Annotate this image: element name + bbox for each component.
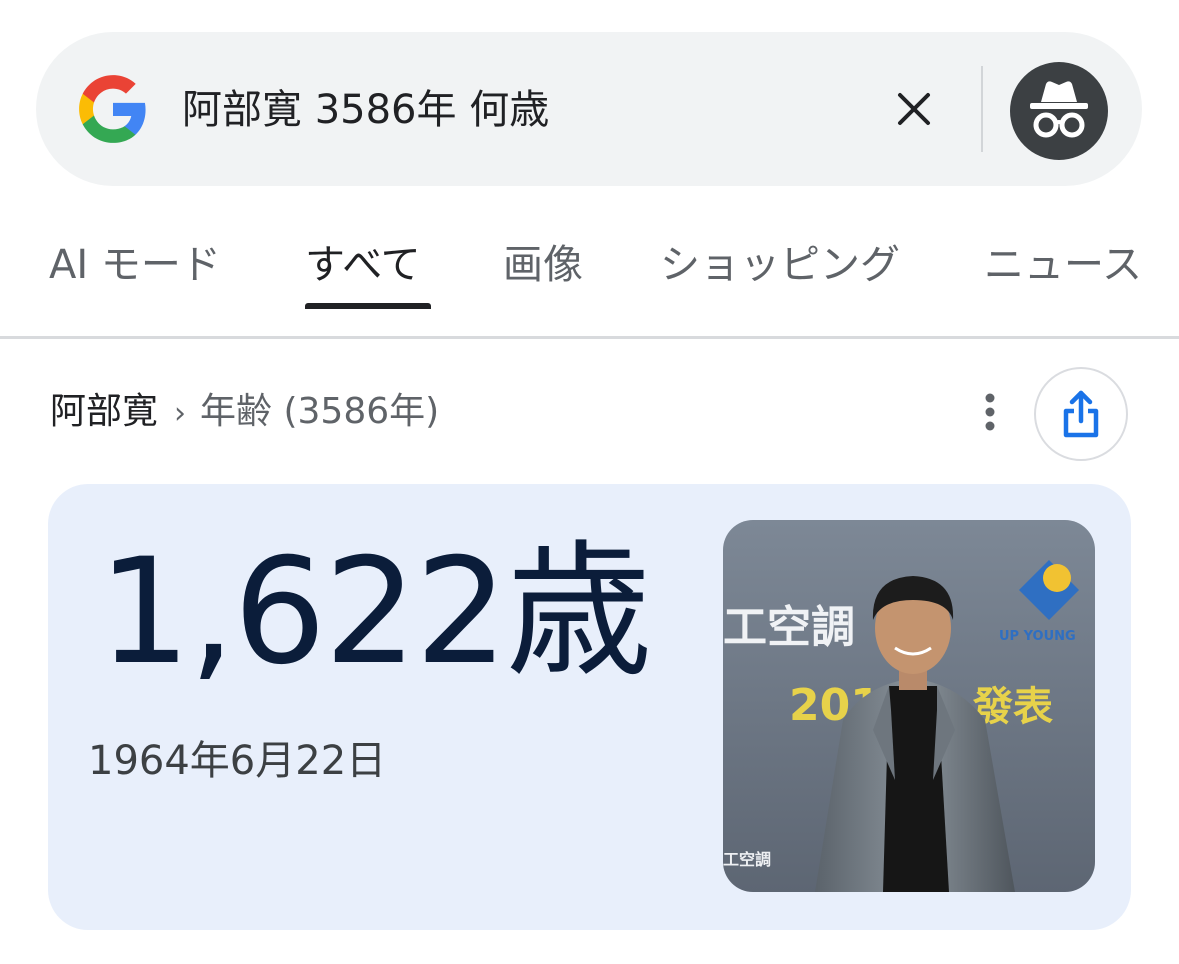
breadcrumb-separator: ›	[174, 396, 187, 431]
breadcrumb-entity[interactable]: 阿部寛	[50, 391, 158, 432]
search-query[interactable]: 阿部寛 3586年 何歳	[182, 84, 549, 136]
tab-ai-mode[interactable]: AI モード	[49, 238, 221, 292]
incognito-icon	[1030, 81, 1088, 138]
person-photo-image: 工空調 201 發表 UP YOUNG 工空調	[723, 520, 1095, 892]
age-value: 1,622歳	[98, 527, 652, 697]
google-g-icon	[79, 75, 146, 143]
search-bar-divider	[981, 66, 983, 152]
tab-news[interactable]: ニュース	[984, 238, 1142, 292]
breadcrumb-attribute: 年齢 (3586年)	[200, 391, 440, 432]
tab-all[interactable]: すべて	[305, 238, 421, 292]
share-button[interactable]	[1034, 367, 1128, 461]
tab-shopping[interactable]: ショッピング	[660, 238, 900, 292]
breadcrumb: 阿部寛 › 年齢 (3586年)	[50, 386, 439, 438]
share-icon	[1063, 390, 1099, 438]
backdrop-text-bottom: 工空調	[723, 850, 771, 869]
tabs-divider	[0, 336, 1179, 339]
close-icon[interactable]	[887, 82, 941, 136]
backdrop-text-left: 工空調	[723, 602, 855, 653]
tab-images[interactable]: 画像	[503, 238, 583, 292]
active-tab-indicator	[305, 303, 431, 309]
person-photo[interactable]: 工空調 201 發表 UP YOUNG 工空調	[723, 520, 1095, 892]
backdrop-logo-text: UP YOUNG	[999, 629, 1076, 644]
incognito-button[interactable]	[1010, 62, 1108, 160]
search-results-page: 阿部寛 3586年 何歳 AI モード すべて 画像 ショッピング ニュース 阿…	[0, 0, 1179, 964]
more-vert-icon[interactable]	[972, 388, 1008, 436]
birth-date: 1964年6月22日	[88, 738, 387, 784]
